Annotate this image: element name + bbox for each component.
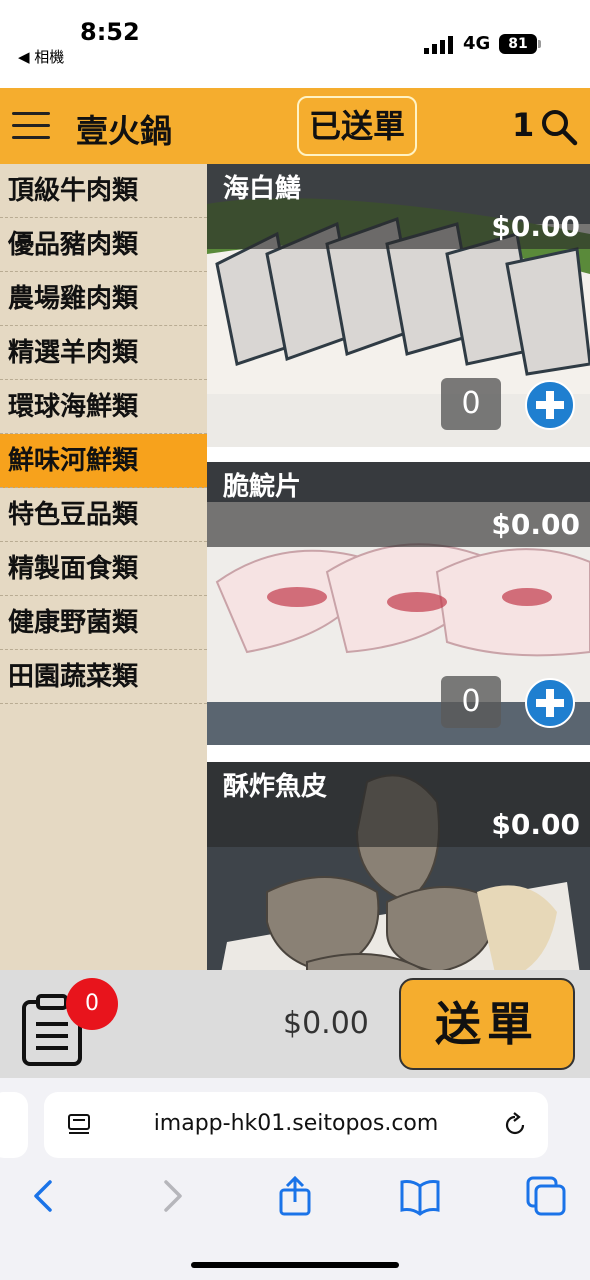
product-name: 脆鯇片 (223, 472, 302, 502)
address-bar[interactable]: imapp-hk01.seitopos.com (44, 1092, 548, 1158)
order-summary-bar: 0 $0.00 送單 (0, 970, 590, 1078)
category-item[interactable]: 精製面食類 (0, 542, 207, 596)
app-header: 壹火鍋 已送單 1 (0, 88, 590, 164)
search-icon[interactable] (540, 108, 578, 146)
submit-order-button[interactable]: 送單 (399, 978, 575, 1070)
tabs-icon[interactable] (526, 1176, 566, 1216)
add-plus-icon[interactable] (525, 678, 575, 728)
category-item[interactable]: 頂級牛肉類 (0, 164, 207, 218)
network-type: 4G (463, 33, 491, 54)
shop-title: 壹火鍋 (76, 112, 173, 150)
product-card[interactable]: 酥炸魚皮 $0.00 (207, 762, 590, 970)
table-number: 1 (512, 106, 535, 144)
back-to-app-link[interactable]: ◀ 相機 (18, 46, 64, 67)
category-item-active[interactable]: 鮮味河鮮類 (0, 434, 207, 488)
battery-tip (538, 40, 541, 48)
forward-icon[interactable] (152, 1176, 192, 1216)
category-item[interactable]: 環球海鮮類 (0, 380, 207, 434)
category-item[interactable]: 優品豬肉類 (0, 218, 207, 272)
home-indicator (191, 1262, 399, 1268)
share-icon[interactable] (275, 1176, 315, 1216)
category-item[interactable]: 健康野菌類 (0, 596, 207, 650)
signal-icon (424, 36, 453, 54)
add-plus-icon[interactable] (525, 380, 575, 430)
category-item[interactable]: 精選羊肉類 (0, 326, 207, 380)
status-time: 8:52 (80, 18, 140, 46)
product-price: $0.00 (491, 808, 580, 841)
quantity-display: 0 (441, 378, 501, 430)
browser-toolbar: imapp-hk01.seitopos.com (0, 1078, 590, 1280)
category-item[interactable]: 田園蔬菜類 (0, 650, 207, 704)
hamburger-menu-icon[interactable] (12, 112, 50, 140)
product-name: 海白鱔 (223, 174, 302, 204)
category-sidebar: 頂級牛肉類 優品豬肉類 農場雞肉類 精選羊肉類 環球海鮮類 鮮味河鮮類 特色豆品… (0, 164, 207, 970)
battery-icon: 81 (499, 34, 537, 54)
previous-tab-edge[interactable] (0, 1092, 28, 1158)
product-name: 酥炸魚皮 (223, 772, 328, 802)
quantity-display: 0 (441, 676, 501, 728)
sent-orders-button[interactable]: 已送單 (297, 96, 417, 156)
status-bar: 8:52 ◀ 相機 4G 81 (0, 0, 590, 88)
product-card[interactable]: 脆鯇片 $0.00 0 (207, 462, 590, 745)
product-price: $0.00 (491, 508, 580, 541)
order-total: $0.00 (283, 1006, 369, 1041)
category-item[interactable]: 農場雞肉類 (0, 272, 207, 326)
product-list: 海白鱔 $0.00 0 脆鯇片 $0.00 0 酥炸魚皮 $0.00 (207, 164, 590, 970)
url-text: imapp-hk01.seitopos.com (153, 1111, 439, 1136)
product-price: $0.00 (491, 210, 580, 243)
product-card[interactable]: 海白鱔 $0.00 0 (207, 164, 590, 447)
order-count-badge: 0 (66, 978, 118, 1030)
category-item[interactable]: 特色豆品類 (0, 488, 207, 542)
bookmarks-icon[interactable] (400, 1176, 440, 1216)
back-icon[interactable] (24, 1176, 64, 1216)
reload-icon[interactable] (502, 1112, 528, 1138)
